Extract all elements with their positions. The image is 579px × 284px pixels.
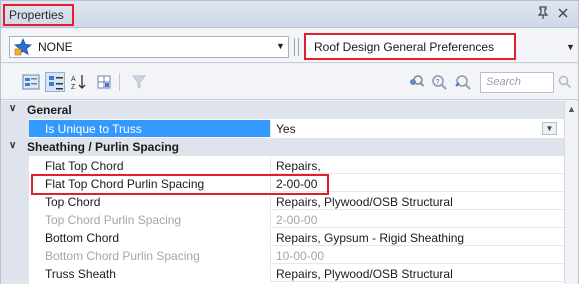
panel-title: Properties bbox=[3, 4, 74, 26]
property-row[interactable]: Bottom Chord Repairs, Gypsum - Rigid She… bbox=[1, 229, 564, 246]
property-value[interactable]: 10-00-00 bbox=[273, 247, 564, 264]
property-value[interactable]: 2-00-00 bbox=[273, 211, 564, 228]
property-grid: ∨ General Is Unique to Truss Yes ▼ ∨ She… bbox=[1, 101, 578, 284]
property-name: Is Unique to Truss bbox=[29, 120, 271, 137]
chevron-down-icon[interactable]: ∨ bbox=[9, 140, 16, 151]
toolbar-separator bbox=[119, 73, 120, 91]
property-row[interactable]: Is Unique to Truss Yes ▼ bbox=[1, 120, 564, 137]
property-row[interactable]: Top Chord Purlin Spacing 2-00-00 bbox=[1, 211, 564, 228]
property-name: Truss Sheath bbox=[29, 265, 271, 282]
property-row[interactable]: Flat Top Chord Purlin Spacing 2-00-00 bbox=[1, 175, 564, 192]
close-icon[interactable] bbox=[556, 5, 570, 21]
property-value[interactable]: Yes bbox=[273, 120, 564, 137]
chevron-down-icon[interactable]: ∨ bbox=[9, 103, 16, 114]
chevron-down-icon[interactable]: ▼ bbox=[566, 42, 575, 52]
selection-dropdown[interactable]: NONE ▼ bbox=[9, 36, 289, 58]
selection-value: NONE bbox=[38, 40, 73, 54]
property-row[interactable]: Top Chord Repairs, Plywood/OSB Structura… bbox=[1, 193, 564, 210]
property-name: Top Chord Purlin Spacing bbox=[29, 211, 271, 228]
property-value[interactable]: Repairs, bbox=[273, 157, 564, 174]
property-row[interactable]: Truss Sheath Repairs, Plywood/OSB Struct… bbox=[1, 265, 564, 282]
property-name: Top Chord bbox=[29, 193, 271, 210]
svg-text:?: ? bbox=[436, 79, 440, 86]
property-value[interactable]: Repairs, Plywood/OSB Structural bbox=[273, 193, 564, 210]
alphabetical-icon[interactable] bbox=[45, 72, 65, 92]
chevron-down-icon[interactable]: ▼ bbox=[276, 41, 285, 51]
find-icon[interactable] bbox=[405, 72, 425, 92]
category-label: General bbox=[27, 103, 72, 117]
properties-panel: Properties NONE ▼ Roof Design General Pr… bbox=[0, 0, 579, 284]
property-row[interactable]: Bottom Chord Purlin Spacing 10-00-00 bbox=[1, 247, 564, 264]
category-label: Sheathing / Purlin Spacing bbox=[27, 140, 180, 154]
property-name: Bottom Chord Purlin Spacing bbox=[29, 247, 271, 264]
category-sheathing[interactable]: ∨ Sheathing / Purlin Spacing bbox=[1, 138, 578, 156]
toolbar: AZ ? Search bbox=[1, 64, 578, 100]
property-name: Bottom Chord bbox=[29, 229, 271, 246]
categorized-icon[interactable] bbox=[21, 72, 41, 92]
chevron-down-icon[interactable]: ▼ bbox=[542, 122, 557, 135]
scrollbar[interactable]: ▲ bbox=[564, 101, 578, 284]
svg-text:Z: Z bbox=[71, 84, 76, 91]
property-value[interactable]: 2-00-00 bbox=[273, 175, 564, 192]
property-value[interactable]: Repairs, Gypsum - Rigid Sheathing bbox=[273, 229, 564, 246]
filter-icon[interactable] bbox=[129, 72, 149, 92]
search-icon[interactable] bbox=[557, 74, 573, 90]
category-general[interactable]: ∨ General bbox=[1, 101, 578, 119]
star-icon bbox=[14, 37, 32, 56]
divider bbox=[294, 38, 299, 56]
svg-text:A: A bbox=[71, 76, 76, 83]
selector-row: NONE ▼ Roof Design General Preferences ▼ bbox=[1, 29, 578, 63]
find-next-icon[interactable] bbox=[453, 72, 473, 92]
pin-icon[interactable] bbox=[536, 6, 550, 22]
sort-az-icon[interactable]: AZ bbox=[69, 72, 89, 92]
search-input[interactable]: Search bbox=[480, 72, 554, 93]
preferences-selector[interactable]: Roof Design General Preferences bbox=[304, 33, 516, 60]
clear-find-icon[interactable]: ? bbox=[429, 72, 449, 92]
title-bar: Properties bbox=[1, 1, 578, 28]
property-row[interactable]: Flat Top Chord Repairs, bbox=[1, 157, 564, 174]
property-name: Flat Top Chord bbox=[29, 157, 271, 174]
chevron-up-icon[interactable]: ▲ bbox=[567, 104, 576, 114]
property-value[interactable]: Repairs, Plywood/OSB Structural bbox=[273, 265, 564, 282]
property-pages-icon[interactable] bbox=[94, 72, 114, 92]
property-name: Flat Top Chord Purlin Spacing bbox=[29, 175, 271, 192]
